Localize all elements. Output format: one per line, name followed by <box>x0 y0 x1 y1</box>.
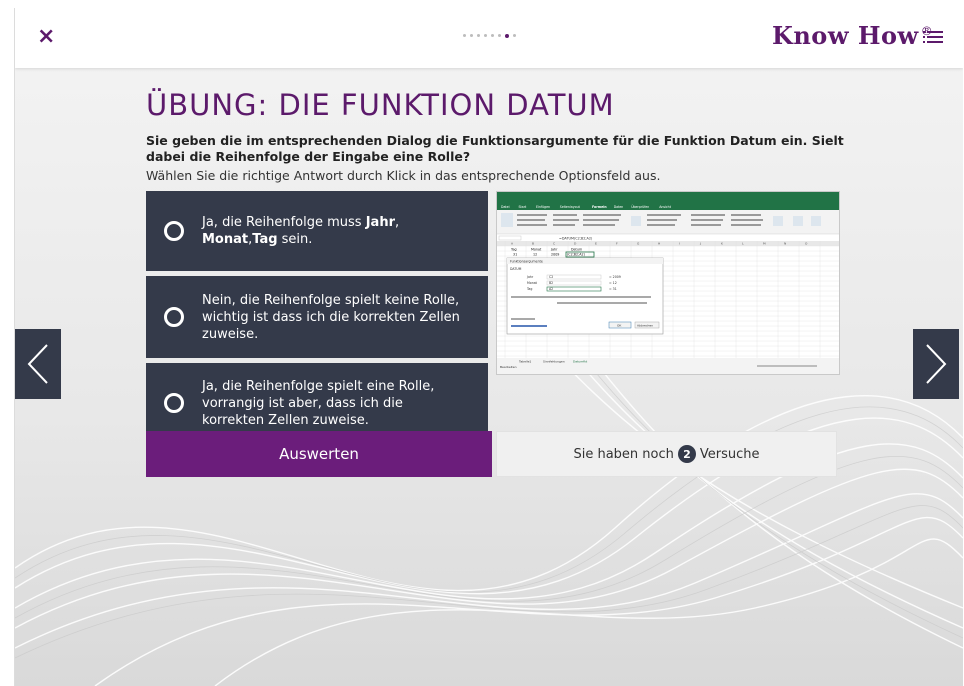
progress-dot <box>470 34 473 37</box>
svg-text:Monat: Monat <box>527 281 538 285</box>
svg-text:Datum: Datum <box>571 248 582 252</box>
progress-dot-active <box>505 33 509 38</box>
progress-dot <box>477 34 480 37</box>
list-menu-icon[interactable] <box>923 31 943 45</box>
ribbon-tab-label: Start <box>519 205 528 209</box>
ribbon-tab-label: Überprüfen <box>631 204 649 209</box>
svg-text:Abbrechen: Abbrechen <box>637 324 653 328</box>
svg-text:DATUM: DATUM <box>510 267 522 271</box>
ribbon-tab-label: Seitenlayout <box>560 205 581 209</box>
svg-text:Bearbeiten: Bearbeiten <box>500 365 517 369</box>
column-header-label: N <box>784 242 786 246</box>
logo-text: Know How <box>772 21 919 50</box>
ribbon-tab-label: Einfügen <box>536 205 550 209</box>
instruction-text: Wählen Sie die richtige Antwort durch Kl… <box>146 168 661 183</box>
svg-text:31: 31 <box>513 253 517 257</box>
ribbon-tab-label: Ansicht <box>659 205 672 209</box>
evaluate-button[interactable]: Auswerten <box>146 431 492 477</box>
progress-dot <box>513 34 516 37</box>
svg-text:= 31: = 31 <box>609 287 617 291</box>
svg-text:= 2009: = 2009 <box>609 275 621 279</box>
attempts-count-badge: 2 <box>677 445 696 463</box>
svg-text:Monat: Monat <box>531 248 542 252</box>
brand-logo: Know How® <box>772 21 933 50</box>
previous-page-button[interactable] <box>15 329 61 399</box>
column-header-label: C <box>553 242 555 246</box>
svg-text:Datumfkt: Datumfkt <box>573 360 588 364</box>
page-title: ÜBUNG: DIE FUNKTION DATUM <box>146 88 615 122</box>
column-header-label: E <box>595 242 597 246</box>
answer-options: Ja, die Reihenfolge muss Jahr, Monat,Tag… <box>146 191 488 448</box>
radio-unchecked-icon[interactable] <box>164 221 184 241</box>
top-bar: × Know How® <box>15 8 963 68</box>
column-header-label: I <box>679 242 680 246</box>
app-frame: × Know How® ÜBUNG: DIE FUNKTION DATUM Si… <box>14 8 963 686</box>
svg-text:= 12: = 12 <box>609 281 617 285</box>
svg-text:(C2;B2;A2): (C2;B2;A2) <box>567 253 585 257</box>
svg-text:Tag: Tag <box>526 287 532 291</box>
next-page-button[interactable] <box>913 329 959 399</box>
svg-text:Tag: Tag <box>510 248 517 252</box>
attempts-prefix: Sie haben noch <box>573 446 674 462</box>
column-header-label: H <box>658 242 660 246</box>
svg-text:2009: 2009 <box>551 253 559 257</box>
chevron-left-icon <box>27 344 48 384</box>
svg-text:=DATUM(C2;B2;A2): =DATUM(C2;B2;A2) <box>559 237 593 241</box>
close-button[interactable]: × <box>37 26 55 48</box>
progress-dot <box>484 34 487 37</box>
svg-text:Jahr: Jahr <box>526 275 534 279</box>
answer-option-label: Ja, die Reihenfolge spielt eine Rolle, v… <box>202 378 435 428</box>
svg-text:Funktionsargumente: Funktionsargumente <box>510 260 543 264</box>
radio-unchecked-icon[interactable] <box>164 307 184 327</box>
column-header-label: M <box>763 242 766 246</box>
column-header-label: F <box>616 242 618 246</box>
ribbon-tab-label: Formeln <box>592 205 607 209</box>
excel-screenshot: Datei Start Einfügen Seitenlayout Formeln Dat… <box>496 191 840 375</box>
close-icon: × <box>37 24 56 49</box>
chevron-right-icon <box>926 344 947 384</box>
svg-text:Sinnfehlungen: Sinnfehlungen <box>543 360 565 364</box>
excel-screenshot-graphic: Datei Start Einfügen Seitenlayout Formeln Dat… <box>497 192 839 374</box>
attempts-info: Sie haben noch 2 Versuche <box>496 431 837 477</box>
progress-dots <box>463 33 516 38</box>
column-header-label: B <box>532 242 534 246</box>
radio-unchecked-icon[interactable] <box>164 393 184 413</box>
answer-option-1[interactable]: Ja, die Reihenfolge muss Jahr, Monat,Tag… <box>146 191 488 271</box>
ribbon-tab-label: Datei <box>501 205 510 209</box>
svg-text:B2: B2 <box>549 281 553 285</box>
progress-dot <box>463 34 466 37</box>
answer-option-label: Nein, die Reihenfolge spielt keine Rolle… <box>202 292 460 342</box>
answer-option-2[interactable]: Nein, die Reihenfolge spielt keine Rolle… <box>146 276 488 358</box>
svg-text:A2: A2 <box>549 287 553 291</box>
progress-dot <box>491 34 494 37</box>
svg-text:C2: C2 <box>549 275 553 279</box>
question-text: Sie geben die im entsprechenden Dialog d… <box>146 133 844 164</box>
ribbon-tab-label: Daten <box>614 205 624 209</box>
column-header-label: J <box>699 242 701 246</box>
answer-option-label: Ja, die Reihenfolge muss Jahr, Monat,Tag… <box>202 215 400 247</box>
svg-text:Jahr: Jahr <box>550 248 558 252</box>
attempts-suffix: Versuche <box>699 446 760 462</box>
svg-text:Tabelle1: Tabelle1 <box>518 360 531 364</box>
progress-dot <box>498 34 501 37</box>
svg-text:12: 12 <box>533 253 537 257</box>
